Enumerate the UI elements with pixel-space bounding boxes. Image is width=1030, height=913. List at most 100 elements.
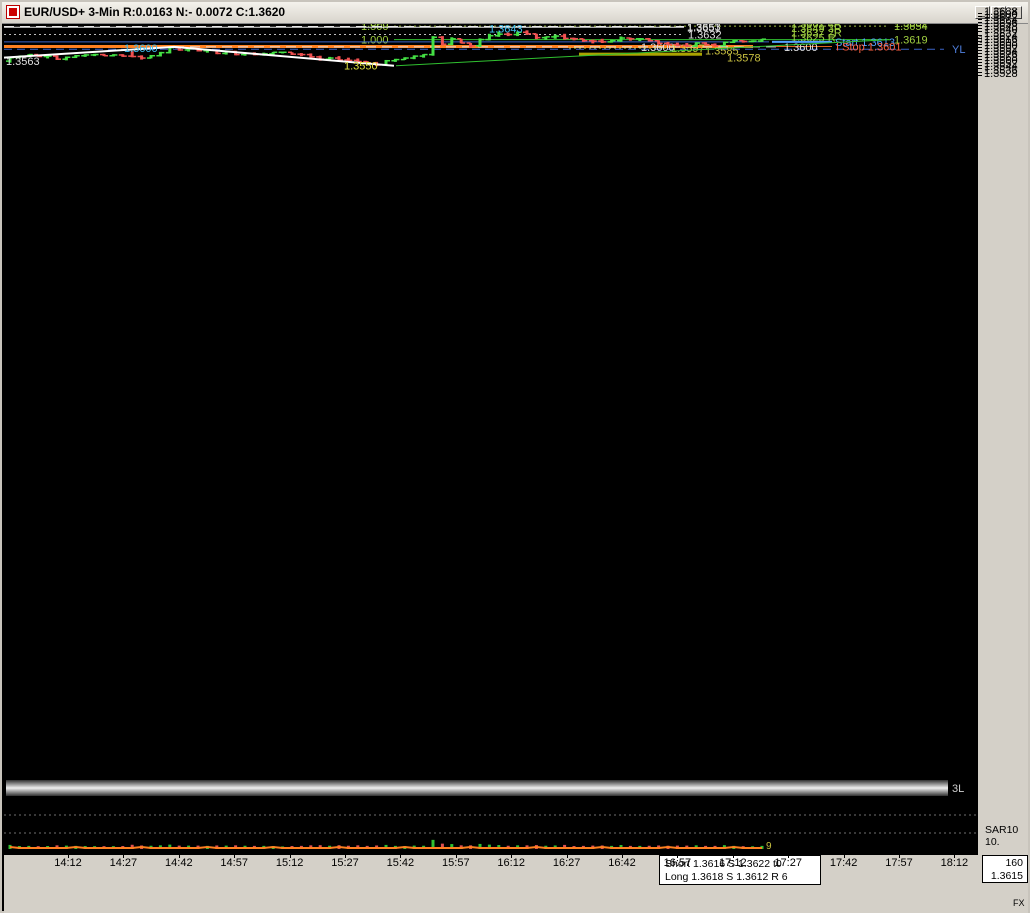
fib-ratio-label-1.000: 1.000 (361, 35, 389, 47)
ohlc-bar[interactable] (62, 56, 71, 61)
time-tick (178, 855, 180, 858)
time-tick (788, 855, 790, 858)
time-tick (234, 855, 236, 858)
fx-label: FX (1013, 898, 1025, 908)
dotted-level-label: 1.3632 (688, 30, 722, 42)
time-tick (899, 855, 900, 858)
time-tick (68, 855, 69, 858)
time-tick (123, 855, 125, 858)
price-tick (978, 59, 982, 61)
price-tick (978, 56, 982, 58)
time-tick-label: 17:57 (885, 857, 913, 869)
price-tick (978, 53, 982, 55)
price-tick (978, 22, 982, 24)
ohlc-bar[interactable] (109, 54, 118, 57)
ohlc-bar[interactable] (297, 53, 306, 57)
ohlc-bar[interactable] (100, 53, 108, 57)
time-tick-label: 14:57 (220, 857, 248, 869)
price-tick (978, 16, 982, 18)
ohlc-bar[interactable] (71, 54, 80, 59)
price-axis[interactable]: 1.3688 1.3680 1.3672 1.3664 1.3656 1.3648 1.36… (974, 6, 1028, 855)
left-price-label: 1.3563 (6, 56, 40, 68)
price-chart-plot[interactable]: ZLYL1.6201.36621.5001.36541.0001.36191.3… (4, 24, 978, 798)
l3-level-band (6, 780, 948, 796)
ohlc-bar[interactable] (551, 34, 560, 39)
time-tick-label: 17:27 (774, 857, 802, 869)
chart-window: EUR/USD+ 3-Min R:0.0163 N:- 0.0072 C:1.3… (0, 0, 1030, 913)
ohlc-bar[interactable] (419, 53, 428, 58)
time-tick-label: 14:42 (165, 857, 193, 869)
time-tick (455, 855, 457, 858)
swing-high-label: 1.3600 (124, 43, 158, 55)
time-tick-label: 15:57 (442, 857, 470, 869)
sar-indicator-label: SAR10 (985, 824, 1019, 836)
ohlc-bar[interactable] (137, 55, 146, 60)
time-tick-label: 18:12 (940, 857, 969, 869)
ohlc-bar[interactable] (560, 33, 569, 40)
time-tick-label: 14:27 (109, 857, 138, 869)
window-title: EUR/USD+ 3-Min R:0.0163 N:- 0.0072 C:1.3… (24, 5, 286, 19)
volume-panel[interactable]: 9 (4, 805, 978, 855)
price-tick (978, 13, 982, 14)
price-tick (978, 71, 982, 73)
ohlc-bar[interactable] (410, 55, 419, 60)
price-tick (978, 49, 982, 51)
time-tick-label: 17:12 (719, 857, 747, 869)
price-tick (978, 68, 982, 70)
ohlc-bar[interactable] (53, 55, 61, 60)
yl-level-label: YL (952, 44, 965, 56)
period-value: 160 (1005, 857, 1023, 869)
time-tick-label: 16:42 (608, 857, 636, 869)
peak-label: 1.3643 (489, 24, 523, 35)
time-tick-label: 15:27 (331, 857, 359, 869)
ohlc-bar[interactable] (400, 57, 409, 61)
price-tick-label: 1.3528 (984, 67, 1018, 80)
ohlc-bar[interactable] (278, 51, 287, 54)
time-tick (289, 855, 291, 858)
price-tick (978, 46, 982, 48)
long-position-line: Long 1.3618 S 1.3612 R 6 (665, 871, 788, 883)
time-tick-label: 16:27 (552, 857, 581, 869)
price-tick (978, 19, 982, 21)
volume-average-line (9, 845, 762, 849)
time-tick-label: 14:12 (54, 857, 82, 869)
time-tick (732, 855, 734, 858)
ohlc-bar[interactable] (147, 54, 155, 59)
app-icon[interactable] (6, 5, 20, 19)
time-tick (345, 855, 346, 858)
time-tick-label: 15:42 (386, 857, 415, 869)
fib-ratio-label-1.500: 1.500 (361, 24, 389, 33)
ohlc-bar[interactable] (447, 37, 456, 46)
title-bar[interactable]: EUR/USD+ 3-Min R:0.0163 N:- 0.0072 C:1.3… (2, 2, 1028, 24)
ohlc-bar[interactable] (43, 55, 52, 59)
price-tick (978, 28, 982, 30)
time-tick-label: 17:42 (829, 857, 858, 869)
swing-zigzag-line (4, 45, 395, 67)
ohlc-bar[interactable] (306, 53, 315, 59)
axis-cursor-icon[interactable]: ◁ (974, 34, 982, 45)
volume-value-label: 9 (766, 841, 772, 852)
time-tick (511, 855, 513, 858)
time-tick (954, 855, 956, 858)
time-tick (622, 855, 623, 858)
ohlc-bar[interactable] (81, 54, 90, 57)
ohlc-bar[interactable] (288, 51, 296, 55)
ohlc-bar[interactable] (438, 36, 447, 46)
box-bottom-label: 1.3578 (727, 52, 761, 64)
time-tick-label: 15:12 (275, 857, 304, 869)
time-tick-label: 16:57 (663, 857, 692, 869)
ohlc-bar[interactable] (391, 58, 400, 62)
sar-indicator-value: 10. (985, 836, 1000, 848)
price-tick (978, 31, 982, 33)
l3-level-label: 3L (952, 783, 964, 795)
price-tick (978, 74, 982, 76)
time-tick (400, 855, 402, 858)
price-tick (978, 25, 982, 27)
price-tick (978, 65, 982, 67)
time-axis[interactable]: Short 1.3616 S 1.3622 t0 Long 1.3618 S 1… (4, 855, 1028, 913)
time-tick-label: 16:12 (497, 857, 525, 869)
time-tick (843, 855, 845, 858)
ohlc-bar[interactable] (90, 53, 99, 57)
fib-price-label-1.500: 1.3654 (894, 24, 928, 33)
current-price-box: 160 1.3615 (982, 855, 1028, 883)
